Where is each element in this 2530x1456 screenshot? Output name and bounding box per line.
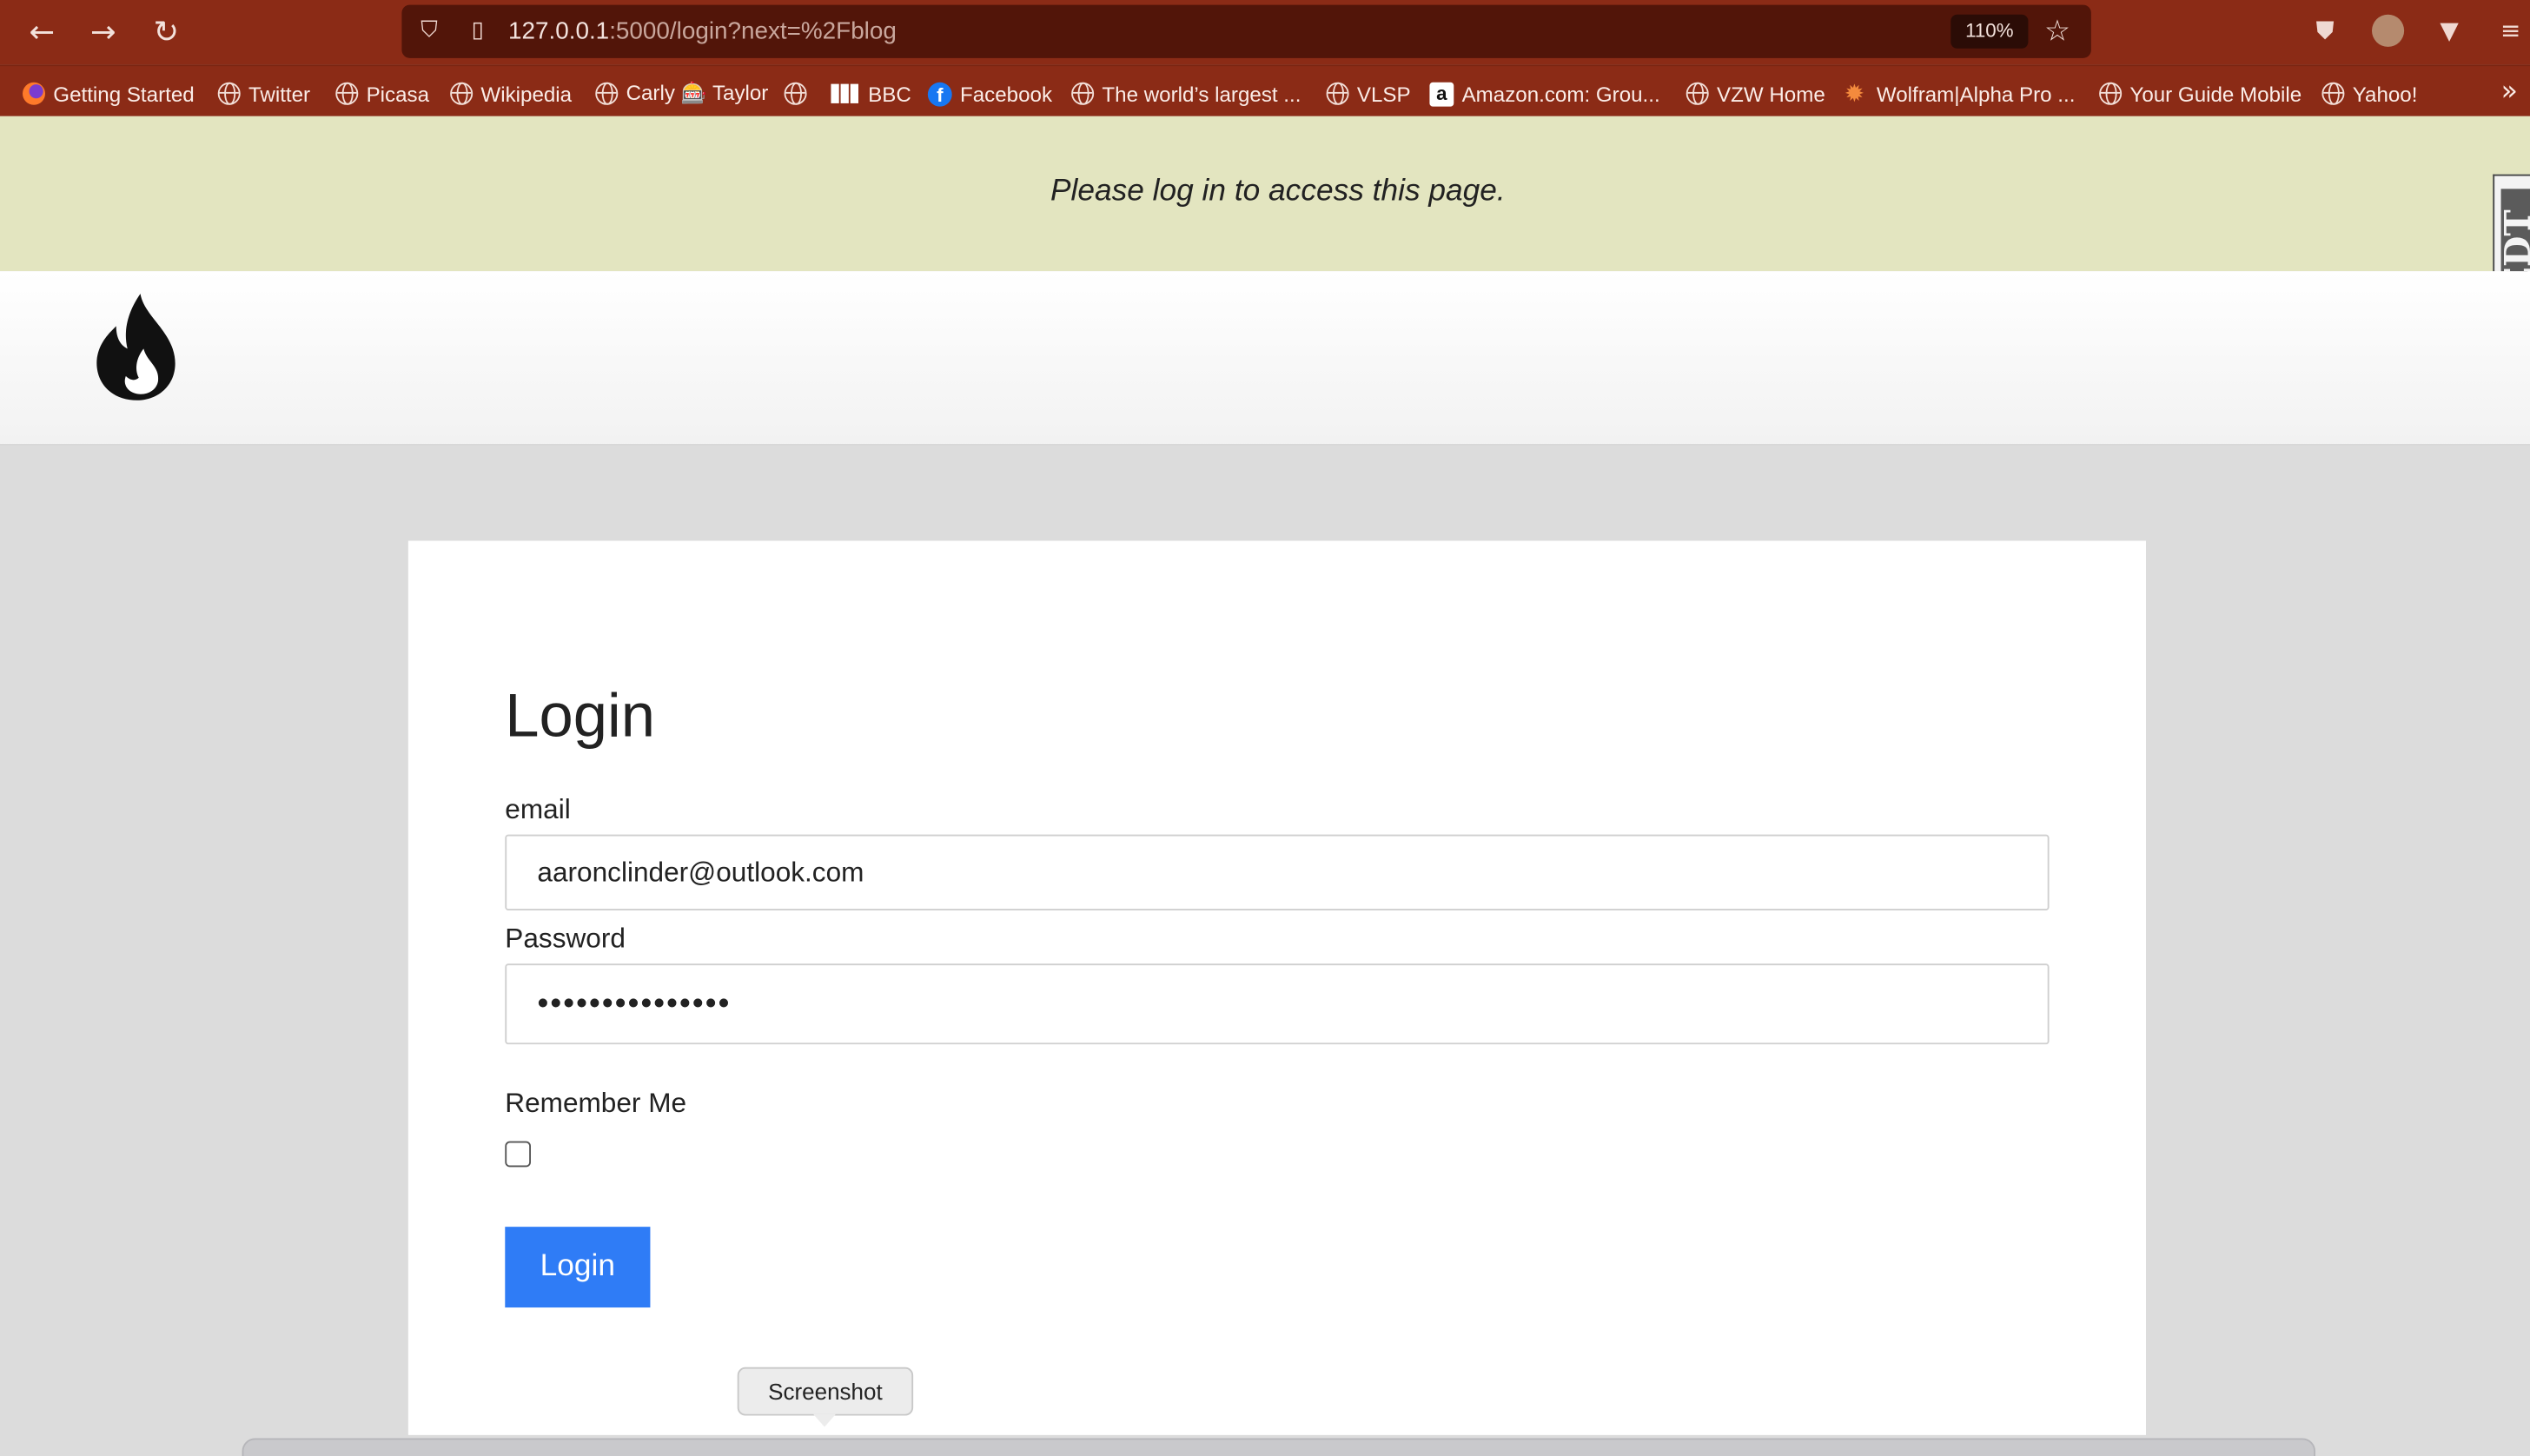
email-field[interactable]: [505, 834, 2050, 910]
url-text[interactable]: 127.0.0.1:5000/login?next=%2Fblog: [508, 17, 897, 45]
globe-icon: [2321, 82, 2345, 105]
globe-icon: [595, 82, 619, 105]
password-field[interactable]: [505, 963, 2050, 1045]
bookmark-label: Amazon.com: Grou...: [1461, 81, 1660, 106]
bookmark-yahoo[interactable]: Yahoo!: [2321, 79, 2417, 108]
bookmarks-overflow-chevron-icon[interactable]: »: [2501, 76, 2518, 108]
bookmark-label: Picasa: [366, 81, 430, 106]
flame-logo-icon[interactable]: [94, 290, 181, 403]
bookmark-label: VLSP: [1356, 81, 1411, 106]
login-card: Login email Password Remember Me Login: [407, 540, 2146, 1435]
site-header: [0, 271, 2530, 446]
bookmark-label: Yahoo!: [2352, 81, 2418, 106]
url-host: 127.0.0.1: [508, 17, 610, 46]
globe-icon: [450, 82, 474, 105]
bookmark-label: Your Guide Mobile: [2129, 81, 2302, 106]
bookmark-label: Facebook: [960, 81, 1053, 106]
bookmark-label: VZW Home: [1717, 81, 1825, 106]
bookmark-picasa[interactable]: Picasa: [335, 79, 429, 108]
forward-arrow-icon[interactable]: →: [84, 13, 123, 52]
bookmark-label: Wolfram|Alpha Pro ...: [1876, 81, 2076, 106]
bookmark-star-icon[interactable]: ☆: [2044, 15, 2070, 49]
bookmark-bbc[interactable]: BBC: [831, 79, 911, 108]
facebook-icon: f: [927, 81, 952, 106]
bookmark-facebook[interactable]: f Facebook: [927, 79, 1053, 108]
screenshot-tooltip: Screenshot: [737, 1367, 914, 1416]
tooltip-arrow: [813, 1413, 836, 1427]
bookmark-wolfram-alpha[interactable]: ✹ Wolfram|Alpha Pro ...: [1845, 79, 2076, 108]
email-label: email: [505, 794, 571, 825]
remember-me-label: Remember Me: [505, 1088, 687, 1119]
shield-icon[interactable]: ⛉: [414, 17, 443, 45]
bookmark-wikipedia[interactable]: Wikipedia: [450, 79, 572, 108]
url-path: :5000/login?next=%2Fblog: [609, 17, 897, 46]
bookmark-label: Carly 🎰 Taylor: [626, 80, 769, 105]
bookmark-your-guide-mobile[interactable]: Your Guide Mobile: [2099, 79, 2302, 108]
globe-icon: [1071, 82, 1095, 105]
page-icon[interactable]: ▯: [463, 17, 492, 45]
bookmark-worlds-largest[interactable]: The world’s largest ...: [1071, 79, 1301, 108]
globe-icon: [335, 82, 359, 105]
amazon-icon: a: [1429, 81, 1454, 106]
password-label: Password: [505, 923, 626, 955]
address-bar[interactable]: ⛉ ▯ 127.0.0.1:5000/login?next=%2Fblog 11…: [401, 4, 2091, 58]
bookmark-label: BBC: [868, 81, 911, 106]
bookmark-vlsp[interactable]: VLSP: [1326, 79, 1411, 108]
back-arrow-icon[interactable]: ←: [23, 13, 62, 52]
globe-icon: [217, 82, 241, 105]
bookmark-label: The world’s largest ...: [1102, 81, 1301, 106]
login-title: Login: [505, 682, 655, 751]
zoom-level-badge[interactable]: 110%: [1950, 14, 2029, 49]
bookmark-getting-started[interactable]: Getting Started: [23, 79, 195, 108]
bookmark-vzw-home[interactable]: VZW Home: [1686, 79, 1825, 108]
bookmark-label: Getting Started: [53, 81, 195, 106]
bookmark-twitter[interactable]: Twitter: [217, 79, 311, 108]
flash-message: Please log in to access this page.: [1050, 174, 1506, 208]
firefox-icon: [23, 82, 45, 105]
account-avatar-icon[interactable]: [2372, 14, 2405, 47]
login-button[interactable]: Login: [505, 1227, 651, 1308]
bookmark-untitled[interactable]: [784, 79, 815, 108]
extension-v-icon[interactable]: ▼: [2434, 15, 2466, 47]
bookmark-label: Wikipedia: [480, 81, 573, 106]
macos-dock[interactable]: [242, 1438, 2316, 1456]
bookmark-carly-taylor[interactable]: Carly 🎰 Taylor: [595, 79, 768, 108]
wolfram-icon: ✹: [1844, 78, 1865, 108]
globe-icon: [1686, 82, 1709, 105]
bookmark-amazon[interactable]: a Amazon.com: Grou...: [1429, 79, 1660, 108]
bbc-icon: [831, 83, 859, 103]
remember-me-checkbox[interactable]: [505, 1141, 531, 1168]
bookmarks-bar: Getting Started Twitter Picasa Wikipedia…: [0, 64, 2530, 116]
reload-icon[interactable]: ↻: [147, 13, 186, 52]
browser-toolbar: ← → ↻ ⛉ ▯ 127.0.0.1:5000/login?next=%2Fb…: [0, 0, 2530, 65]
pocket-icon[interactable]: ⛊: [2309, 15, 2341, 47]
globe-icon: [1326, 82, 1349, 105]
bookmark-label: Twitter: [248, 81, 311, 106]
globe-icon: [784, 82, 807, 105]
hamburger-menu-icon[interactable]: ≡: [2494, 15, 2527, 47]
globe-icon: [2099, 82, 2123, 105]
flash-banner: Please log in to access this page.: [0, 116, 2530, 272]
browser-window: ← → ↻ ⛉ ▯ 127.0.0.1:5000/login?next=%2Fb…: [0, 0, 2530, 1456]
